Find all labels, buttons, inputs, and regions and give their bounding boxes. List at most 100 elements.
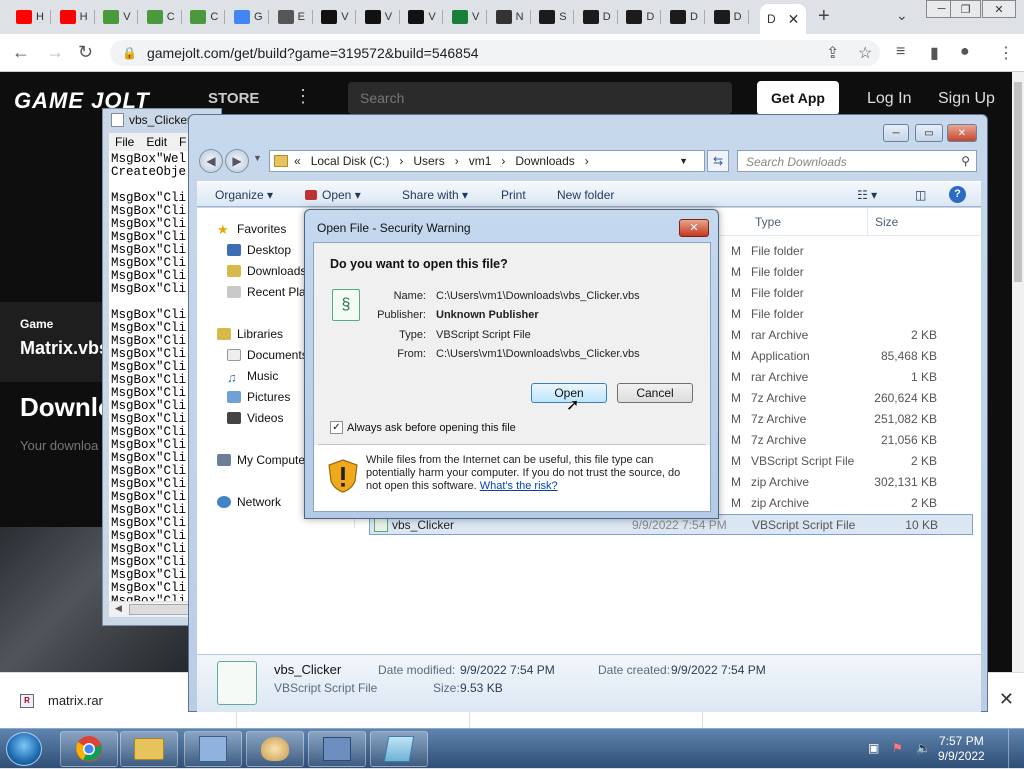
explorer-address-bar[interactable]: « Local Disk (C:) › Users › vm1 › Downlo… [269,150,705,172]
column-type[interactable]: Type [755,215,781,229]
crumb-local-disk[interactable]: Local Disk (C:) [311,154,390,168]
nav-documents[interactable]: Documents [227,348,308,362]
nav-recent-places[interactable]: Recent Plac [227,285,312,299]
nav-pictures[interactable]: Pictures [227,390,290,404]
taskbar-remote-desktop[interactable] [308,731,366,767]
crumb-users[interactable]: Users [413,154,444,168]
close-download-bar-icon[interactable]: ✕ [999,689,1014,710]
close-tab-icon[interactable]: ✕ [788,11,800,28]
new-tab-button[interactable]: + [818,5,830,28]
menu-kebab-icon[interactable]: ⋮ [998,43,1014,63]
close-window-button[interactable]: ✕ [982,0,1016,18]
recent-pages-chevron-icon[interactable]: ▼ [253,153,262,163]
gamejolt-search-input[interactable]: Search [348,82,732,114]
tab-search-chevron-icon[interactable]: ⌄ [896,7,908,24]
download-item[interactable]: R matrix.rar [20,693,103,708]
game-name[interactable]: Matrix.vbs [20,338,109,359]
open-button[interactable]: Open ▾ [322,188,361,202]
active-tab[interactable]: D ✕ [760,4,806,34]
menu-edit[interactable]: Edit [146,133,167,151]
organize-button[interactable]: Organize ▾ [215,188,273,202]
nav-downloads[interactable]: Downloads [227,264,306,278]
print-button[interactable]: Print [501,188,526,202]
preview-pane-icon[interactable]: ◫ [915,188,926,202]
scrollbar-thumb[interactable] [129,604,189,615]
forward-arrow-icon[interactable]: → [46,42,64,63]
taskbar-explorer[interactable] [120,731,178,767]
get-app-button[interactable]: Get App [757,81,839,115]
explorer-search-input[interactable]: Search Downloads ⚲ [737,150,977,172]
share-icon[interactable]: ⇪ [826,43,839,63]
explorer-back-icon[interactable]: ◀ [199,149,223,173]
taskbar-control-panel[interactable] [184,731,242,767]
scroll-left-icon[interactable]: ◀ [115,603,122,614]
checkbox-checked-icon[interactable]: ✓ [330,421,343,434]
always-ask-checkbox[interactable]: ✓ Always ask before opening this file [330,421,516,434]
crumb-vm1[interactable]: vm1 [469,154,492,168]
media-queue-icon[interactable]: ≡ [896,43,905,61]
crumb-sep[interactable]: › [501,154,505,168]
nav-computer[interactable]: My Compute [217,453,305,467]
tray-volume-icon[interactable]: 🔈 [916,741,931,755]
scrollbar-thumb[interactable] [1014,82,1022,282]
browser-tab[interactable]: C [182,4,225,30]
taskbar-notepad[interactable] [370,731,428,767]
share-with-button[interactable]: Share with ▾ [402,188,468,202]
browser-tab[interactable]: V [95,4,138,30]
crumb-sep[interactable]: › [585,154,589,168]
column-size[interactable]: Size [875,215,898,229]
browser-tab[interactable]: V [400,4,443,30]
taskbar-chrome[interactable] [60,731,118,767]
browser-tab[interactable]: N [488,4,531,30]
address-dropdown-icon[interactable]: ▼ [679,156,688,166]
browser-tab[interactable]: D [662,4,705,30]
whats-the-risk-link[interactable]: What's the risk? [480,480,558,492]
tray-network-icon[interactable]: ▣ [868,741,879,755]
explorer-close-button[interactable]: ✕ [947,124,977,142]
bookmark-star-icon[interactable]: ☆ [858,43,872,63]
login-link[interactable]: Log In [867,90,911,108]
help-icon[interactable]: ? [949,186,966,203]
nav-music[interactable]: ♫ Music [227,369,278,385]
start-button[interactable] [6,732,42,766]
cancel-button[interactable]: Cancel [617,383,693,403]
explorer-maximize-button[interactable]: ▭ [915,124,943,142]
taskbar-clock[interactable]: 7:57 PM 9/9/2022 [938,734,985,764]
column-divider[interactable] [867,208,868,236]
crumb-downloads[interactable]: Downloads [515,154,574,168]
nav-desktop[interactable]: Desktop [227,243,291,257]
view-options-icon[interactable]: ☷ ▾ [857,188,877,202]
address-overflow[interactable]: « [294,154,301,168]
more-kebab-icon[interactable]: ⋮ [294,86,312,107]
side-panel-icon[interactable]: ▮ [930,43,939,63]
security-warning-dialog[interactable]: Open File - Security Warning ✕ Do you wa… [304,209,719,519]
browser-tab[interactable]: G [226,4,269,30]
browser-tab[interactable]: V [444,4,487,30]
browser-tab[interactable]: V [357,4,400,30]
crumb-sep[interactable]: › [455,154,459,168]
new-folder-button[interactable]: New folder [557,188,614,202]
crumb-sep[interactable]: › [399,154,403,168]
nav-videos[interactable]: Videos [227,411,283,425]
tray-action-center-flag-icon[interactable]: ⚑ [892,741,903,755]
nav-favorites[interactable]: ★ Favorites [217,222,286,237]
menu-file[interactable]: File [115,133,134,151]
back-arrow-icon[interactable]: ← [12,42,30,63]
dialog-close-button[interactable]: ✕ [679,219,709,237]
show-desktop-button[interactable] [1008,729,1024,769]
refresh-icon[interactable]: ⇆ [707,150,729,172]
browser-tab[interactable]: H [52,4,95,30]
browser-tab[interactable]: D [618,4,661,30]
browser-tab[interactable]: D [706,4,749,30]
browser-tab[interactable]: D [575,4,618,30]
menu-format[interactable]: F [179,133,186,151]
restore-button[interactable]: ❐ [950,0,981,18]
browser-tab[interactable]: V [313,4,356,30]
nav-libraries[interactable]: Libraries [217,327,283,341]
nav-network[interactable]: Network [217,495,281,509]
page-scrollbar[interactable] [1012,72,1024,684]
store-link[interactable]: STORE [208,90,259,107]
address-bar[interactable]: 🔒 gamejolt.com/get/build?game=319572&bui… [110,40,880,66]
reload-icon[interactable]: ↻ [78,42,93,63]
browser-tab[interactable]: C [139,4,182,30]
